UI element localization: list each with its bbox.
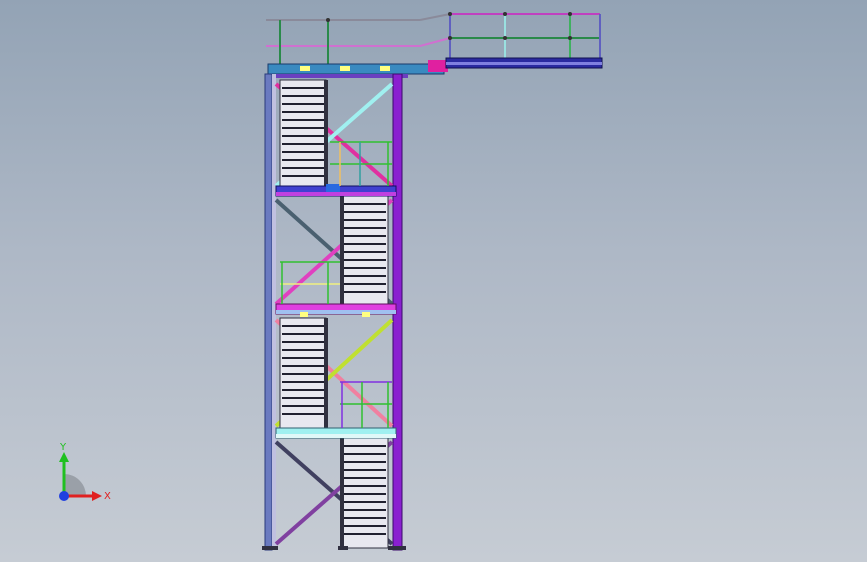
stair-flight-3 bbox=[279, 317, 328, 429]
cad-viewport[interactable]: Y X bbox=[0, 0, 867, 562]
y-arrow-icon bbox=[59, 452, 69, 462]
top-handrail bbox=[266, 12, 601, 64]
orientation-triad: Y X bbox=[59, 442, 111, 502]
stair-flight-2 bbox=[340, 195, 389, 305]
landing-2 bbox=[275, 303, 397, 317]
landing-3 bbox=[275, 427, 397, 439]
stair-flight-4 bbox=[340, 437, 389, 549]
landing-1 bbox=[275, 184, 397, 197]
top-platform bbox=[267, 57, 603, 78]
x-arrow-icon bbox=[92, 491, 102, 501]
stair-tower-model[interactable] bbox=[0, 0, 867, 562]
z-axis-dot bbox=[59, 491, 69, 501]
stair-flight-1 bbox=[279, 79, 328, 189]
x-axis-label: X bbox=[104, 491, 111, 502]
y-axis-label: Y bbox=[59, 442, 67, 453]
